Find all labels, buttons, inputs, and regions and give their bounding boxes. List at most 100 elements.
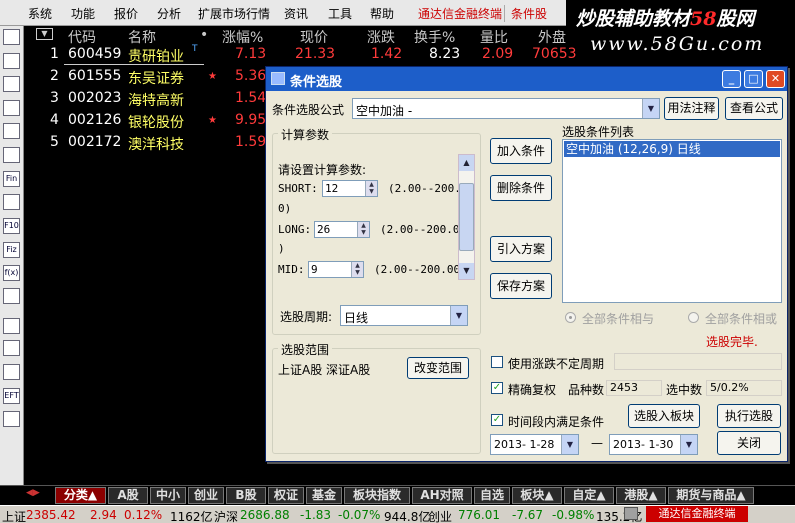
row-index: 2 [50, 68, 59, 84]
menu-tools[interactable]: 工具 [328, 5, 352, 22]
dialog-titlebar[interactable]: 条件选股 _ □ ✕ [266, 67, 787, 91]
close-button[interactable]: 关闭 [717, 431, 781, 455]
row-price: 21.33 [295, 46, 336, 62]
spin-arrows-icon[interactable]: ▲ ▼ [357, 222, 369, 237]
promo-link[interactable]: 通达信金融终端 [418, 5, 502, 22]
row-change-pct: 1.59 [235, 134, 267, 150]
tab-sector-index[interactable]: 板块指数 [344, 487, 410, 504]
date-from-value: 2013- 1-28 [494, 438, 555, 451]
date-from-picker[interactable]: 2013- 1-28 ▼ [490, 434, 579, 455]
load-scheme-button[interactable]: 引入方案 [490, 236, 552, 262]
print-icon[interactable] [3, 411, 20, 427]
menu-help[interactable]: 帮助 [370, 5, 394, 22]
line-chart-icon[interactable] [3, 100, 20, 116]
menu-ext-market[interactable]: 扩展市场行情 [198, 5, 270, 22]
row-change-pct: 7.13 [235, 46, 267, 62]
search-icon[interactable] [3, 288, 20, 304]
eft-icon[interactable]: EFT [3, 388, 20, 404]
tab-hk[interactable]: 港股▲ [616, 487, 666, 504]
status-ad-banner[interactable]: 通达信金融终端 [646, 506, 748, 522]
folder-icon[interactable] [3, 318, 20, 334]
add-condition-button[interactable]: 加入条件 [490, 138, 552, 164]
tab-fund[interactable]: 基金 [306, 487, 342, 504]
checkbox-precise[interactable]: ✓ [491, 382, 503, 394]
minimize-icon[interactable]: _ [722, 70, 741, 88]
fin-icon[interactable]: Fin [3, 171, 20, 187]
period-select[interactable]: 日线 ▼ [340, 305, 468, 326]
tab-scroll-left-icon[interactable]: ◀▶ [26, 488, 40, 498]
menu-quote[interactable]: 报价 [114, 5, 138, 22]
chevron-down-icon[interactable]: ▼ [561, 435, 578, 454]
maximize-icon[interactable]: □ [744, 70, 763, 88]
table-icon[interactable] [3, 147, 20, 163]
col-ratio[interactable]: 量比 [480, 27, 508, 47]
menu-info[interactable]: 资讯 [284, 5, 308, 22]
menu-analysis[interactable]: 分析 [157, 5, 181, 22]
row-code: 002172 [68, 134, 122, 150]
list-item[interactable]: 空中加油 (12,26,9) 日线 [564, 141, 780, 157]
save-scheme-button[interactable]: 保存方案 [490, 273, 552, 299]
tab-watchlist[interactable]: 自选 [474, 487, 510, 504]
fiz-icon[interactable]: Fiz [3, 242, 20, 258]
connection-icon[interactable] [624, 507, 638, 520]
param-short-input[interactable]: 12 ▲ ▼ [322, 180, 378, 197]
menu-condition-stock[interactable]: 条件股 [504, 5, 547, 22]
param-long-input[interactable]: 26 ▲ ▼ [314, 221, 370, 238]
doc-icon[interactable] [3, 194, 20, 210]
params-scrollbar[interactable]: ▲ ▼ [458, 154, 475, 280]
kline-icon[interactable] [3, 29, 20, 45]
col-change[interactable]: 涨跌 [367, 27, 395, 47]
spin-arrows-icon[interactable]: ▲ ▼ [365, 181, 377, 196]
col-change-pct[interactable]: 涨幅% [222, 27, 263, 47]
scroll-up-icon[interactable]: ▲ [459, 155, 474, 171]
sh-label: 上证 [2, 510, 27, 523]
clock-icon[interactable] [3, 364, 20, 380]
bars-icon[interactable] [3, 123, 20, 139]
tab-gem[interactable]: 创业 [188, 487, 224, 504]
scroll-thumb[interactable] [459, 183, 474, 251]
execute-button[interactable]: 执行选股 [717, 404, 781, 428]
col-price[interactable]: 现价 [300, 27, 328, 47]
radio-all-and[interactable] [565, 312, 576, 323]
radio-all-or[interactable] [688, 312, 699, 323]
usage-note-button[interactable]: 用法注释 [664, 97, 719, 120]
tab-sector[interactable]: 板块▲ [512, 487, 562, 504]
tab-ah-compare[interactable]: AH对照 [412, 487, 472, 504]
date-to-picker[interactable]: 2013- 1-30 ▼ [609, 434, 698, 455]
tab-warrant[interactable]: 权证 [268, 487, 304, 504]
scroll-down-icon[interactable]: ▼ [459, 263, 474, 279]
col-outer[interactable]: 外盘 [538, 27, 566, 47]
row-outer: 70653 [532, 46, 577, 62]
param-mid-input[interactable]: 9 ▲ ▼ [308, 261, 364, 278]
sort-icon[interactable] [3, 340, 20, 356]
chevron-down-icon[interactable]: ▼ [680, 435, 697, 454]
tab-custom[interactable]: 自定▲ [564, 487, 614, 504]
formula-select[interactable]: 空中加油 - ▼ [352, 98, 660, 119]
tab-b-share[interactable]: B股 [226, 487, 266, 504]
tab-sme[interactable]: 中小 [150, 487, 186, 504]
condition-list[interactable]: 空中加油 (12,26,9) 日线 [562, 139, 782, 303]
chevron-down-icon[interactable]: ▼ [642, 99, 659, 118]
col-name[interactable]: 名称 [128, 27, 156, 47]
to-block-button[interactable]: 选股入板块 [628, 404, 700, 428]
close-icon[interactable]: ✕ [766, 70, 785, 88]
col-turnover[interactable]: 换手% [414, 27, 455, 47]
spin-arrows-icon[interactable]: ▲ ▼ [351, 262, 363, 277]
menu-function[interactable]: 功能 [71, 5, 95, 22]
tab-futures[interactable]: 期货与商品▲ [668, 487, 754, 504]
range-text: 上证A股 深证A股 [278, 363, 371, 377]
checkbox-irregular[interactable]: ✓ [491, 356, 503, 368]
delete-condition-button[interactable]: 删除条件 [490, 175, 552, 201]
menu-system[interactable]: 系统 [28, 5, 52, 22]
view-formula-button[interactable]: 查看公式 [725, 97, 783, 120]
quote-list-icon[interactable] [3, 53, 20, 69]
col-code[interactable]: 代码 [68, 27, 96, 47]
tab-a-share[interactable]: A股 [108, 487, 148, 504]
tab-category[interactable]: 分类▲ [55, 487, 106, 504]
chevron-down-icon[interactable]: ▼ [450, 306, 467, 325]
change-range-button[interactable]: 改变范围 [407, 357, 469, 379]
checkbox-time-range[interactable]: ✓ [491, 414, 503, 426]
f10-icon[interactable]: F10 [3, 218, 20, 234]
fx-icon[interactable]: f(x) [3, 265, 20, 281]
grid-icon[interactable] [3, 76, 20, 92]
